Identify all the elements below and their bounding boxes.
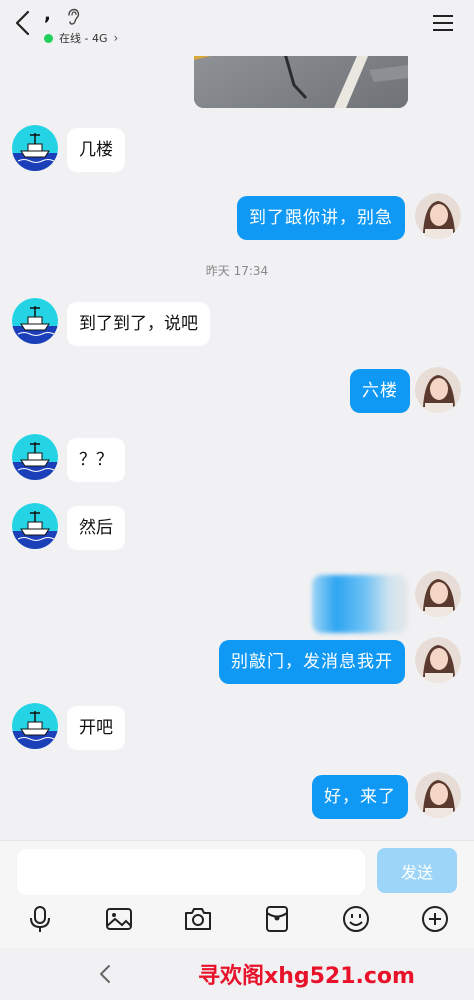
camera-icon[interactable]	[182, 903, 214, 935]
microphone-icon[interactable]	[24, 903, 56, 935]
timestamp: 昨天 17:34	[205, 264, 269, 278]
hamburger-menu-icon[interactable]	[432, 13, 454, 33]
contact-avatar[interactable]	[12, 703, 58, 749]
my-avatar[interactable]	[415, 637, 461, 683]
contact-avatar[interactable]	[12, 298, 58, 344]
send-button[interactable]: 发送	[377, 848, 457, 893]
nav-back-icon[interactable]	[95, 962, 115, 986]
message-incoming[interactable]: 然后	[67, 506, 125, 550]
red-packet-icon[interactable]	[261, 903, 293, 935]
my-avatar[interactable]	[415, 367, 461, 413]
status-text: 在线 - 4G	[59, 32, 108, 45]
message-incoming[interactable]: ？？	[67, 438, 125, 482]
message-outgoing[interactable]: 别敲门，发消息我开	[219, 640, 405, 684]
chat-header: , 在线 - 4G ›	[0, 0, 474, 56]
message-outgoing[interactable]: 好，来了	[312, 775, 408, 819]
message-outgoing[interactable]: 六楼	[350, 369, 410, 413]
blurred-message[interactable]	[312, 575, 408, 633]
composer: 发送	[0, 840, 474, 948]
message-outgoing[interactable]: 到了跟你讲，别急	[237, 196, 405, 240]
contact-avatar[interactable]	[12, 434, 58, 480]
ear-icon	[68, 8, 80, 25]
watermark: 寻欢阁xhg521.com	[198, 964, 415, 989]
message-incoming[interactable]: 到了到了，说吧	[67, 302, 210, 346]
my-avatar[interactable]	[415, 571, 461, 617]
image-icon[interactable]	[103, 903, 135, 935]
plus-icon[interactable]	[419, 903, 451, 935]
contact-name[interactable]: ,	[44, 4, 51, 25]
contact-avatar[interactable]	[12, 503, 58, 549]
online-status[interactable]: 在线 - 4G ›	[44, 30, 118, 46]
chevron-right-icon: ›	[113, 31, 119, 45]
emoji-icon[interactable]	[340, 903, 372, 935]
message-incoming[interactable]: 几楼	[67, 128, 125, 172]
contact-avatar[interactable]	[12, 125, 58, 171]
my-avatar[interactable]	[415, 772, 461, 818]
back-icon[interactable]	[8, 8, 38, 38]
online-dot	[44, 33, 53, 43]
message-incoming[interactable]: 开吧	[67, 706, 125, 750]
message-input[interactable]	[17, 849, 365, 895]
my-avatar[interactable]	[415, 193, 461, 239]
